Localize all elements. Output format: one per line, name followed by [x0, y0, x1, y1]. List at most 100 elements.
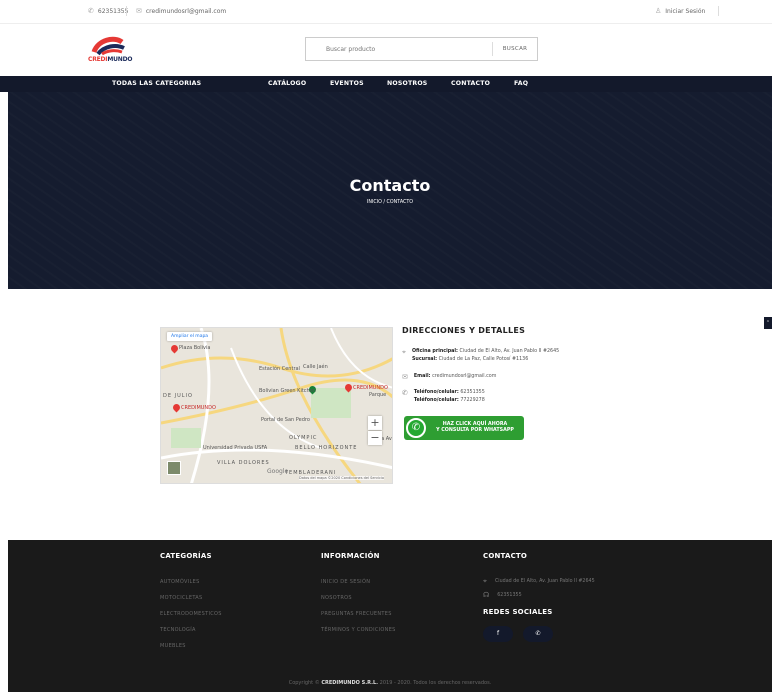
footer-address: ⌖ Ciudad de El Alto, Av. Juan Pablo II #… [483, 574, 595, 588]
social-title: REDES SOCIALES [483, 608, 553, 616]
logo-text: CREDIMUNDO [88, 56, 133, 63]
office-row: ⌖ Oficina principal: Ciudad de El Alto, … [402, 348, 559, 364]
topbar-phone-text: 62351355 [97, 7, 129, 15]
footer-info-title: INFORMACIÓN [321, 552, 380, 560]
map-label: CREDIMUNDO [181, 405, 216, 411]
office-value: Ciudad de El Alto, Av. Juan Pablo II #26… [459, 349, 560, 354]
zoom-in-button[interactable]: + [368, 416, 382, 430]
contact-details: DIRECCIONES Y DETALLES ⌖ Oficina princip… [402, 326, 632, 403]
whatsapp-icon: ✆ [406, 418, 426, 438]
phone-row: ✆ Teléfono/celular: 62351355 Teléfono/ce… [402, 389, 485, 405]
location-icon: ⌖ [483, 576, 487, 585]
whatsapp-icon[interactable]: ✆ [523, 626, 553, 642]
login-text: Iniciar Sesión [665, 7, 706, 15]
footer-link[interactable]: TECNOLOGÍA [160, 622, 222, 638]
map-label: Universidad Privada USFA [203, 445, 268, 451]
map-label: Parque [369, 392, 387, 398]
logo[interactable]: CREDIMUNDO [88, 34, 140, 64]
footer-phone: ☊ 62351355 [483, 588, 595, 602]
page-title: Contacto [349, 176, 431, 195]
nav-item-events[interactable]: EVENTOS [330, 80, 364, 87]
breadcrumb: INICIO / CONTACTO [366, 200, 414, 205]
topbar-email[interactable]: ✉ credimundosrl@gmail.com [136, 7, 226, 15]
footer-contact-title: CONTACTO [483, 552, 528, 560]
chevron-up-icon: ⌃ [765, 320, 771, 326]
phone-value: 62351355 [460, 390, 485, 395]
phone-label: Teléfono/celular: [413, 390, 459, 395]
search-bar: BUSCAR [305, 37, 538, 61]
nav-item-catalog[interactable]: CATÁLOGO [268, 80, 306, 87]
footer-phone-text: 62351355 [497, 592, 522, 598]
footer-link[interactable]: MOTOCICLETAS [160, 590, 222, 606]
footer-link[interactable]: TÉRMINOS Y CONDICIONES [321, 622, 396, 638]
footer-link[interactable]: MUEBLES [160, 638, 222, 654]
topbar-phone[interactable]: ✆ 62351355 [88, 7, 128, 15]
footer-link[interactable]: ELECTRODOMESTICOS [160, 606, 222, 622]
office-label: Oficina principal: [411, 349, 458, 354]
details-title: DIRECCIONES Y DETALLES [402, 326, 526, 335]
facebook-icon[interactable]: f [483, 626, 513, 642]
map-label: CREDIMUNDO [353, 385, 388, 391]
copyright-brand: CREDIMUNDO S.R.L. [321, 680, 379, 686]
footer-contact: CONTACTO ⌖ Ciudad de El Alto, Av. Juan P… [483, 552, 595, 642]
whatsapp-line2: Y CONSULTA POR WHATSAPP [436, 428, 514, 433]
google-logo: Google [267, 468, 289, 475]
email-value[interactable]: credimundosrl@gmail.com [432, 374, 496, 379]
search-input[interactable] [306, 39, 492, 59]
footer-address-text: Ciudad de El Alto, Av. Juan Pablo II #26… [494, 578, 595, 584]
copyright-suffix: 2019 - 2020. Todos los derechos reservad… [379, 680, 492, 686]
map-label: OLYMPIC [289, 435, 318, 441]
map-label: Estación Central [259, 366, 300, 372]
footer-info: INFORMACIÓN INICIO DE SESIÓN NOSOTROS PR… [321, 552, 396, 638]
footer-categories: CATEGORÍAS AUTOMÓVILES MOTOCICLETAS ELEC… [160, 552, 222, 654]
phone2-value: 77229278 [460, 398, 485, 403]
enlarge-map-link[interactable]: Ampliar el mapa [167, 332, 213, 341]
map-label: Portal de San Pedro [261, 417, 310, 423]
user-icon: ♙ [655, 7, 662, 15]
footer: CATEGORÍAS AUTOMÓVILES MOTOCICLETAS ELEC… [8, 540, 772, 692]
main-nav: TODAS LAS CATEGORIAS CATÁLOGO EVENTOS NO… [0, 76, 772, 92]
nav-item-faq[interactable]: FAQ [514, 80, 528, 87]
map-label: DE JULIO [163, 393, 193, 399]
branch-label: Sucursal: [411, 357, 438, 362]
divider [126, 6, 127, 16]
mail-icon: ✉ [136, 7, 142, 15]
copyright: Copyright © CREDIMUNDO S.R.L. 2019 - 202… [8, 680, 772, 686]
search-button[interactable]: BUSCAR [493, 46, 537, 52]
whatsapp-button[interactable]: ✆ HAZ CLICK AQUÍ AHORA Y CONSULTA POR WH… [404, 416, 524, 440]
location-icon: ⌖ [402, 348, 406, 356]
branch-value: Ciudad de La Paz, Calle Potosí #1136 [438, 357, 529, 362]
map-label: Calle Jaén [303, 364, 328, 370]
login-link[interactable]: ♙ Iniciar Sesión [655, 7, 705, 15]
email-label: Email: [413, 374, 431, 379]
map-label: BELLO HORIZONTE [295, 445, 358, 451]
embedded-map[interactable]: Ampliar el mapa Plaza Bolivia Estación C… [160, 327, 393, 484]
map-label: Bolivian Green Kitchen [259, 388, 316, 394]
phone2-label: Teléfono/celular: [413, 398, 459, 403]
phone-icon: ✆ [402, 389, 408, 397]
email-row: ✉ Email: credimundosrl@gmail.com [402, 373, 496, 381]
social-links: f ✆ [483, 626, 595, 642]
footer-link[interactable]: AUTOMÓVILES [160, 574, 222, 590]
nav-item-contact[interactable]: CONTACTO [451, 80, 490, 87]
scroll-top-button[interactable]: ⌃ [764, 317, 772, 329]
headset-icon: ☊ [483, 591, 490, 599]
footer-categories-title: CATEGORÍAS [160, 552, 212, 560]
footer-link[interactable]: NOSOTROS [321, 590, 396, 606]
footer-link[interactable]: INICIO DE SESIÓN [321, 574, 396, 590]
nav-item-categories[interactable]: TODAS LAS CATEGORIAS [112, 80, 201, 87]
map-label: VILLA DOLORES [217, 460, 270, 466]
zoom-out-button[interactable]: − [368, 431, 382, 445]
nav-item-about[interactable]: NOSOTROS [387, 80, 427, 87]
footer-link[interactable]: PREGUNTAS FRECUENTES [321, 606, 396, 622]
map-layer-thumbnail[interactable] [167, 461, 181, 475]
phone-icon: ✆ [88, 7, 94, 15]
map-label: Plaza Bolivia [179, 345, 211, 351]
top-bar: ✆ 62351355 ✉ credimundosrl@gmail.com ♙ I… [0, 0, 772, 24]
page-banner: Contacto INICIO / CONTACTO [8, 92, 772, 289]
divider [718, 6, 719, 16]
header: CREDIMUNDO BUSCAR [0, 24, 772, 76]
copyright-prefix: Copyright © [288, 680, 320, 686]
mail-icon: ✉ [402, 373, 408, 381]
map-credits[interactable]: Datos del mapa ©2020 Condiciones del Ser… [299, 476, 385, 480]
